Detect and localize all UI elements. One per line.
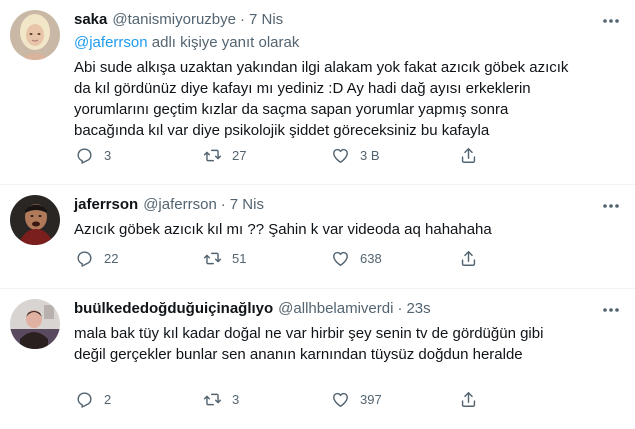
like-count: 397 xyxy=(360,391,382,407)
avatar[interactable] xyxy=(10,195,60,245)
share-button[interactable] xyxy=(458,145,488,165)
tweet-text: Azıcık göbek azıcık kıl mı ?? Şahin k va… xyxy=(74,221,492,238)
more-options-icon[interactable] xyxy=(601,199,621,213)
tweet-content: jaferrson @jaferrson · 7 Nis Azıcık göbe… xyxy=(74,195,621,288)
more-options-icon[interactable] xyxy=(601,303,621,317)
display-name[interactable]: saka xyxy=(74,10,107,30)
like-button[interactable]: 397 xyxy=(330,389,458,409)
retweet-button[interactable]: 3 xyxy=(202,389,330,409)
like-button[interactable]: 3 B xyxy=(330,145,458,165)
retweet-button[interactable]: 27 xyxy=(202,145,330,165)
avatar[interactable] xyxy=(10,10,60,60)
share-icon xyxy=(458,145,478,165)
user-handle[interactable]: @jaferrson xyxy=(143,195,217,215)
separator-dot: · xyxy=(397,300,403,317)
user-handle[interactable]: @tanismiyoruzbye xyxy=(112,10,236,30)
retweet-count: 27 xyxy=(232,147,247,163)
heart-icon xyxy=(330,389,350,409)
like-count: 3 B xyxy=(360,147,380,163)
like-count: 638 xyxy=(360,250,382,266)
retweet-icon xyxy=(202,145,222,165)
tweet-text: mala bak tüy kıl kadar doğal ne var hirb… xyxy=(74,325,544,363)
display-name[interactable]: jaferrson xyxy=(74,195,138,215)
tweet[interactable]: jaferrson @jaferrson · 7 Nis Azıcık göbe… xyxy=(0,185,635,289)
reply-icon xyxy=(74,145,94,165)
tweet-header: buülkededoğduğuiçinağlıyo @allhbelamiver… xyxy=(74,299,621,319)
avatar[interactable] xyxy=(10,299,60,349)
reply-context: @jaferrson adlı kişiye yanıt olarak xyxy=(74,33,621,53)
separator-dot: · xyxy=(220,196,226,213)
share-button[interactable] xyxy=(458,248,488,268)
more-options-icon[interactable] xyxy=(601,14,621,28)
retweet-button[interactable]: 51 xyxy=(202,248,330,268)
tweet-header: jaferrson @jaferrson · 7 Nis xyxy=(74,195,621,215)
action-bar: 22 51 638 xyxy=(74,248,488,268)
reply-count: 3 xyxy=(104,147,112,163)
timestamp[interactable]: 7 Nis xyxy=(230,195,264,215)
action-bar: 2 3 397 xyxy=(74,389,488,409)
reply-icon xyxy=(74,248,94,268)
share-icon xyxy=(458,389,478,409)
reply-context-label: adlı kişiye yanıt olarak xyxy=(147,34,300,51)
tweet-text: Abi sude alkışa uzaktan yakından ilgi al… xyxy=(74,59,569,139)
reply-thread: saka @tanismiyoruzbye · 7 Nis @jaferrson… xyxy=(0,0,635,429)
heart-icon xyxy=(330,248,350,268)
display-name[interactable]: buülkededoğduğuiçinağlıyo xyxy=(74,299,273,319)
share-icon xyxy=(458,248,478,268)
reply-icon xyxy=(74,389,94,409)
separator-dot: · xyxy=(239,11,245,28)
reply-count: 22 xyxy=(104,250,119,266)
user-handle[interactable]: @allhbelamiverdi xyxy=(278,299,393,319)
reply-button[interactable]: 2 xyxy=(74,389,202,409)
timestamp[interactable]: 23s xyxy=(406,299,430,319)
action-bar: 3 27 3 B xyxy=(74,145,488,165)
reply-button[interactable]: 22 xyxy=(74,248,202,268)
share-button[interactable] xyxy=(458,389,488,409)
tweet-content: buülkededoğduğuiçinağlıyo @allhbelamiver… xyxy=(74,299,621,429)
retweet-count: 51 xyxy=(232,250,247,266)
retweet-icon xyxy=(202,389,222,409)
tweet[interactable]: buülkededoğduğuiçinağlıyo @allhbelamiver… xyxy=(0,289,635,429)
reply-count: 2 xyxy=(104,391,112,407)
tweet[interactable]: saka @tanismiyoruzbye · 7 Nis @jaferrson… xyxy=(0,0,635,185)
retweet-icon xyxy=(202,248,222,268)
like-button[interactable]: 638 xyxy=(330,248,458,268)
heart-icon xyxy=(330,145,350,165)
mention-link[interactable]: @jaferrson xyxy=(74,34,148,51)
timestamp[interactable]: 7 Nis xyxy=(249,10,283,30)
tweet-header: saka @tanismiyoruzbye · 7 Nis xyxy=(74,10,621,30)
reply-button[interactable]: 3 xyxy=(74,145,202,165)
retweet-count: 3 xyxy=(232,391,240,407)
